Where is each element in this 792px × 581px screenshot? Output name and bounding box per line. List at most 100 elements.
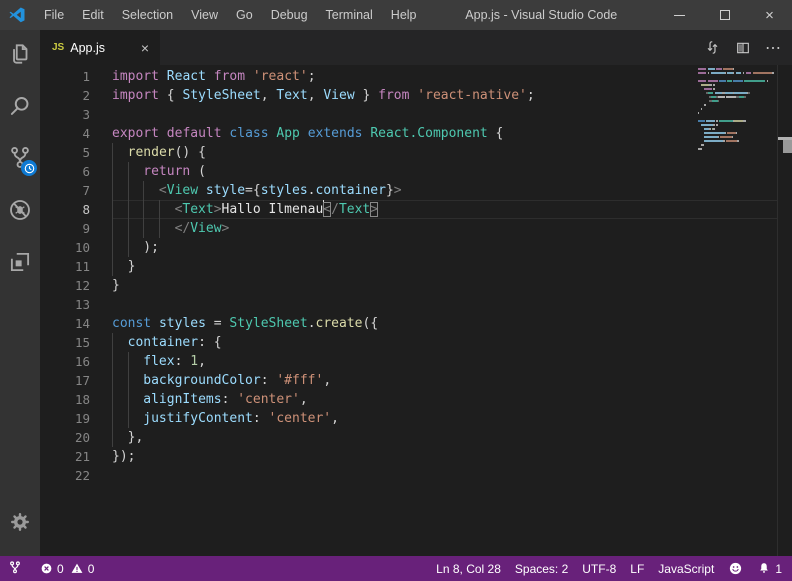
indent-guide <box>128 409 144 428</box>
code-line[interactable]: 11} <box>40 257 792 276</box>
code-editor[interactable]: 1import React from 'react';2import { Sty… <box>40 65 792 556</box>
code-token: < <box>159 183 167 198</box>
minimap-segment <box>726 140 737 142</box>
code-line[interactable]: 9</View> <box>40 219 792 238</box>
minimap-segment <box>713 124 714 126</box>
code-line[interactable]: 19justifyContent: 'center', <box>40 409 792 428</box>
encoding-setting[interactable]: UTF-8 <box>582 562 616 576</box>
code-text: <View style={styles.container}> <box>112 181 778 200</box>
activity-debug[interactable] <box>0 184 40 236</box>
menu-debug[interactable]: Debug <box>262 0 317 30</box>
minimap-segment <box>718 96 725 98</box>
eol-setting[interactable]: LF <box>630 562 644 576</box>
menu-go[interactable]: Go <box>227 0 262 30</box>
indentation-setting[interactable]: Spaces: 2 <box>515 562 568 576</box>
indent-guide <box>112 181 128 200</box>
code-line[interactable]: 7<View style={styles.container}> <box>40 181 792 200</box>
code-line[interactable]: 21}); <box>40 447 792 466</box>
menu-help[interactable]: Help <box>382 0 426 30</box>
indent-guide <box>128 219 144 238</box>
code-text: <Text>Hallo Ilmenau</Text> <box>112 200 778 219</box>
gear-icon <box>8 510 32 534</box>
code-token: > <box>214 202 222 217</box>
minimap-segment <box>716 124 717 126</box>
code-token: ({ <box>363 316 379 331</box>
line-number: 15 <box>40 333 112 352</box>
code-line[interactable]: 18alignItems: 'center', <box>40 390 792 409</box>
code-line[interactable]: 2import { StyleSheet, Text, View } from … <box>40 86 792 105</box>
menu-file[interactable]: File <box>35 0 73 30</box>
notifications[interactable]: 1 <box>757 561 782 576</box>
tab-label: App.js <box>70 41 138 55</box>
minimize-button[interactable] <box>657 0 702 30</box>
minimap-segment <box>725 72 726 74</box>
menu-bar: File Edit Selection View Go Debug Termin… <box>35 0 426 30</box>
code-line[interactable]: 5render() { <box>40 143 792 162</box>
problems-warnings[interactable]: 0 <box>70 562 95 576</box>
menu-selection[interactable]: Selection <box>113 0 182 30</box>
activity-extensions[interactable] <box>0 236 40 288</box>
code-line[interactable]: 4export default class App extends React.… <box>40 124 792 143</box>
scrollbar-thumb[interactable] <box>783 140 792 153</box>
activity-settings[interactable] <box>0 496 40 548</box>
minimap-segment <box>701 124 714 126</box>
menu-view[interactable]: View <box>182 0 227 30</box>
minimap-segment <box>753 72 773 74</box>
code-line[interactable]: 8<Text>Hallo Ilmenau</Text> <box>40 200 792 219</box>
maximize-icon <box>720 10 730 20</box>
code-token: } <box>112 278 120 293</box>
cursor-position[interactable]: Ln 8, Col 28 <box>436 562 501 576</box>
code-line[interactable]: 16flex: 1, <box>40 352 792 371</box>
maximize-button[interactable] <box>702 0 747 30</box>
code-text: }); <box>112 447 778 466</box>
warning-icon <box>70 562 84 575</box>
line-number: 22 <box>40 466 112 485</box>
code-token: > <box>370 202 378 217</box>
feedback-smiley[interactable] <box>728 561 743 576</box>
activity-source-control[interactable] <box>0 132 40 184</box>
code-line[interactable]: 6return ( <box>40 162 792 181</box>
git-branch-status[interactable] <box>8 560 22 578</box>
indent-guide <box>112 238 128 257</box>
code-text: ); <box>112 238 778 257</box>
code-token <box>245 69 253 84</box>
menu-edit[interactable]: Edit <box>73 0 113 30</box>
language-mode[interactable]: JavaScript <box>658 562 714 576</box>
code-line[interactable]: 13 <box>40 295 792 314</box>
minimap-segment <box>709 128 710 130</box>
warning-count: 0 <box>88 562 95 576</box>
indent-guide <box>112 390 128 409</box>
close-button[interactable]: × <box>747 0 792 30</box>
activity-explorer[interactable] <box>0 28 40 80</box>
compare-changes-icon[interactable] <box>704 39 721 56</box>
code-token: justifyContent <box>143 411 253 426</box>
code-line[interactable]: 1import React from 'react'; <box>40 67 792 86</box>
split-editor-icon[interactable] <box>735 40 751 56</box>
minimap-segment <box>704 140 724 142</box>
minimap[interactable] <box>698 68 778 188</box>
code-token: () { <box>175 145 206 160</box>
error-count: 0 <box>57 562 64 576</box>
indent-guide <box>112 428 128 447</box>
activity-search[interactable] <box>0 80 40 132</box>
code-line[interactable]: 14const styles = StyleSheet.create({ <box>40 314 792 333</box>
line-number: 12 <box>40 276 112 295</box>
code-line[interactable]: 15container: { <box>40 333 792 352</box>
code-token: </ <box>175 221 191 236</box>
code-line[interactable]: 20}, <box>40 428 792 447</box>
code-line[interactable]: 10); <box>40 238 792 257</box>
code-line[interactable]: 22 <box>40 466 792 485</box>
tab-appjs[interactable]: JS App.js × <box>40 30 160 65</box>
code-line[interactable]: 12} <box>40 276 792 295</box>
more-actions-icon[interactable]: ⋯ <box>765 38 782 58</box>
code-line[interactable]: 3 <box>40 105 792 124</box>
minimap-segment <box>718 100 719 102</box>
minimap-segment <box>698 120 705 122</box>
code-line[interactable]: 17backgroundColor: '#fff', <box>40 371 792 390</box>
minimize-icon <box>674 15 685 16</box>
menu-terminal[interactable]: Terminal <box>317 0 382 30</box>
smiley-icon <box>728 561 743 576</box>
tab-close-icon[interactable]: × <box>138 39 152 57</box>
problems-errors[interactable]: 0 <box>40 562 64 576</box>
code-token: App <box>276 126 299 141</box>
